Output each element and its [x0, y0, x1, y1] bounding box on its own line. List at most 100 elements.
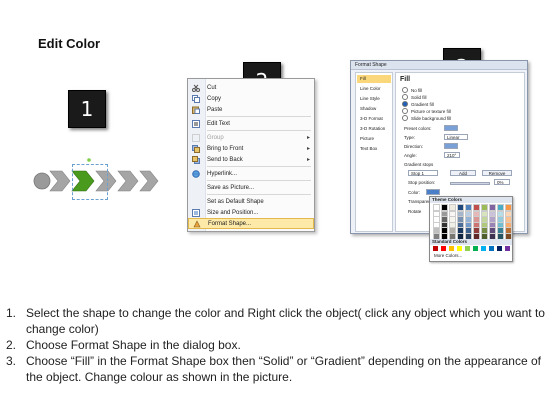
dialog-category-list: Fill Line Color Line Style Shadow 3-D Fo… — [355, 72, 393, 232]
menu-item-format-shape[interactable]: Format Shape... — [188, 218, 314, 229]
category-line-style[interactable]: Line Style — [357, 95, 391, 103]
direction-label: Direction: — [404, 144, 424, 149]
menu-item-label: Paste — [207, 106, 223, 113]
color-dropdown[interactable] — [426, 189, 440, 195]
category-shadow[interactable]: Shadow — [357, 105, 391, 113]
instruction-number: 3. — [6, 354, 17, 368]
stop-position-slider[interactable] — [450, 182, 490, 185]
angle-spinner[interactable]: 210° — [444, 152, 460, 158]
option-label: No fill — [411, 87, 423, 93]
theme-colors-label: Theme Colors — [430, 197, 512, 203]
radio-button[interactable] — [402, 87, 408, 93]
color-palette-dropdown: Theme Colors Standard Colors More Colors… — [429, 196, 513, 262]
gray-arrow-shape-4 — [139, 170, 159, 192]
radio-button[interactable] — [402, 108, 408, 114]
category-picture[interactable]: Picture — [357, 135, 391, 143]
menu-item-label: Size and Position... — [207, 209, 259, 216]
standard-color-swatch[interactable] — [457, 246, 462, 251]
option-label: Picture or texture fill — [411, 108, 451, 114]
radio-button-selected[interactable] — [402, 101, 408, 107]
menu-item-label: Send to Back — [207, 156, 243, 163]
more-colors-link[interactable]: More Colors... — [434, 253, 462, 258]
page-title: Edit Color — [38, 36, 101, 51]
option-picture-fill[interactable]: Picture or texture fill — [402, 108, 451, 114]
option-no-fill[interactable]: No fill — [402, 87, 422, 93]
rotate-checkbox-label[interactable]: Rotate — [408, 209, 421, 214]
add-stop-button[interactable]: Add — [450, 170, 476, 176]
instructions-list: 1. Select the shape to change the color … — [6, 305, 546, 385]
menu-item-label: Group — [207, 134, 224, 141]
size-icon — [192, 208, 200, 217]
menu-item-paste[interactable]: Paste — [188, 104, 314, 115]
standard-color-swatch[interactable] — [433, 246, 438, 251]
type-label: Type: — [404, 135, 416, 140]
menu-item-label: Bring to Front — [207, 145, 244, 152]
menu-item-label: Format Shape... — [208, 220, 252, 227]
selection-box — [72, 164, 108, 200]
dialog-title: Format Shape — [355, 62, 387, 68]
menu-item-label: Copy — [207, 95, 222, 102]
submenu-arrow-icon: ▸ — [306, 146, 310, 152]
instruction-text: Choose Format Shape in the dialog box. — [26, 338, 241, 352]
arrow-shape-group[interactable] — [28, 156, 168, 206]
standard-color-swatch[interactable] — [505, 246, 510, 251]
gray-arrow-shape-3 — [117, 170, 139, 192]
menu-item-copy[interactable]: Copy — [188, 93, 314, 104]
menu-item-size-position[interactable]: Size and Position... — [188, 207, 314, 218]
option-label: Gradient fill — [411, 101, 434, 107]
menu-item-cut[interactable]: Cut — [188, 82, 314, 93]
color-label: Color: — [408, 190, 421, 195]
category-text-box[interactable]: Text Box — [357, 145, 391, 153]
option-solid-fill[interactable]: Solid fill — [402, 94, 427, 100]
menu-item-hyperlink[interactable]: Hyperlink... — [188, 168, 314, 179]
standard-color-swatch[interactable] — [473, 246, 478, 251]
option-label: Slide background fill — [411, 115, 452, 121]
radio-button[interactable] — [402, 115, 408, 121]
standard-color-swatch[interactable] — [465, 246, 470, 251]
menu-item-send-to-back[interactable]: Send to Back ▸ — [188, 154, 314, 165]
gray-arrow-shape-1 — [49, 170, 71, 192]
context-menu: Cut Copy Paste Edit Text Group ▸ Bring t… — [187, 78, 315, 232]
preset-colors-label: Preset colors: — [404, 126, 432, 131]
angle-label: Angle: — [404, 153, 417, 158]
standard-color-swatch[interactable] — [481, 246, 486, 251]
category-3d-format[interactable]: 3-D Format — [357, 115, 391, 123]
remove-stop-button[interactable]: Remove — [482, 170, 512, 176]
submenu-arrow-icon: ▸ — [306, 157, 310, 163]
instruction-item: 2. Choose Format Shape in the dialog box… — [6, 337, 546, 353]
dialog-titlebar: Format Shape — [351, 61, 527, 70]
standard-color-swatch[interactable] — [489, 246, 494, 251]
category-fill[interactable]: Fill — [357, 75, 391, 83]
standard-color-swatch[interactable] — [441, 246, 446, 251]
menu-item-save-as-picture[interactable]: Save as Picture... — [188, 182, 314, 193]
stop-dropdown[interactable]: Stop 1 — [408, 170, 438, 176]
category-3d-rotation[interactable]: 3-D Rotation — [357, 125, 391, 133]
menu-item-group[interactable]: Group ▸ — [188, 132, 314, 143]
menu-item-bring-to-front[interactable]: Bring to Front ▸ — [188, 143, 314, 154]
instruction-number: 1. — [6, 306, 17, 320]
copy-icon — [192, 94, 200, 103]
stop-position-label: Stop position: — [408, 180, 436, 185]
option-slide-background-fill[interactable]: Slide background fill — [402, 115, 451, 121]
category-line-color[interactable]: Line Color — [357, 85, 391, 93]
type-dropdown[interactable]: Linear — [444, 134, 468, 140]
hyperlink-icon — [192, 169, 200, 178]
step-badge-1: 1 — [68, 90, 106, 128]
rotation-handle — [87, 158, 91, 162]
standard-color-swatch[interactable] — [497, 246, 502, 251]
fill-heading: Fill — [400, 76, 411, 83]
stop-position-value[interactable]: 0% — [494, 179, 510, 185]
menu-item-label: Edit Text — [207, 120, 230, 127]
option-gradient-fill[interactable]: Gradient fill — [402, 101, 434, 107]
preset-colors-dropdown[interactable] — [444, 125, 458, 131]
radio-button[interactable] — [402, 94, 408, 100]
instruction-item: 1. Select the shape to change the color … — [6, 305, 546, 337]
standard-color-swatch[interactable] — [449, 246, 454, 251]
submenu-arrow-icon: ▸ — [306, 135, 310, 141]
start-circle-shape — [33, 172, 51, 190]
menu-item-set-default-shape[interactable]: Set as Default Shape — [188, 196, 314, 207]
direction-dropdown[interactable] — [444, 143, 458, 149]
instruction-item: 3. Choose “Fill” in the Format Shape box… — [6, 353, 546, 385]
menu-item-edit-text[interactable]: Edit Text — [188, 118, 314, 129]
menu-separator — [207, 180, 311, 181]
